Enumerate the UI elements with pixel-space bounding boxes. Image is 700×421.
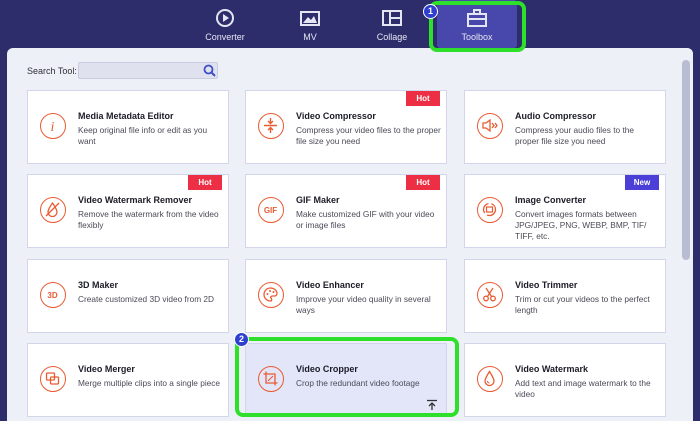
tool-description: Trim or cut your videos to the perfect l…	[515, 294, 650, 315]
new-badge: New	[625, 175, 659, 190]
tool-description: Compress your video files to the proper …	[296, 125, 441, 146]
tool-card-video-watermark-remover[interactable]: Video Watermark Remover Remove the waterm…	[27, 174, 229, 248]
hot-badge: Hot	[188, 175, 222, 190]
image-convert-icon	[477, 197, 503, 223]
tab-mv[interactable]: MV	[270, 0, 350, 48]
search-icon[interactable]	[203, 64, 216, 77]
tab-converter-label: Converter	[205, 32, 245, 42]
tool-title: 3D Maker	[78, 280, 119, 290]
tab-collage[interactable]: Collage	[352, 0, 432, 48]
tool-description: Merge multiple clips into a single piece	[78, 378, 221, 388]
converter-icon	[216, 9, 234, 27]
toolbox-highlight	[429, 1, 526, 52]
top-nav: Converter MV Collage Toolbox	[0, 0, 700, 48]
tool-description: Improve your video quality in several wa…	[296, 294, 431, 315]
scrollbar-thumb[interactable]	[682, 60, 690, 260]
tool-title: Video Watermark Remover	[78, 195, 193, 205]
tool-title: Video Enhancer	[296, 280, 364, 290]
droplet-icon	[477, 366, 503, 392]
tool-card-gif-maker[interactable]: GIF GIF Maker Make customized GIF with you…	[245, 174, 447, 248]
video-cropper-highlight	[235, 337, 459, 417]
info-icon: i	[40, 113, 66, 139]
tool-description: Add text and image watermark to the vide…	[515, 378, 651, 399]
merge-icon	[40, 366, 66, 392]
tool-description: Create customized 3D video from 2D	[78, 294, 215, 304]
tool-card-video-watermark[interactable]: Video Watermark Add text and image waterm…	[464, 343, 666, 417]
tool-card-video-compressor[interactable]: Video Compressor Compress your video file…	[245, 90, 447, 164]
hot-badge: Hot	[406, 91, 440, 106]
tab-converter[interactable]: Converter	[185, 0, 265, 48]
gif-icon: GIF	[258, 197, 284, 223]
tool-title: Video Trimmer	[515, 280, 578, 290]
tool-description: Keep original file info or edit as you w…	[78, 125, 208, 146]
tool-description: Convert images formats between JPG/JPEG,…	[515, 209, 647, 241]
tool-title: Video Watermark	[515, 364, 589, 374]
svg-text:3D: 3D	[47, 291, 57, 300]
search-input[interactable]	[78, 62, 218, 79]
hot-badge: Hot	[406, 175, 440, 190]
tool-title: Image Converter	[515, 195, 587, 205]
callout-badge-2: 2	[234, 332, 249, 347]
tool-title: GIF Maker	[296, 195, 340, 205]
tab-collage-label: Collage	[376, 32, 408, 42]
svg-text:i: i	[51, 120, 55, 134]
scrollbar[interactable]	[679, 48, 693, 421]
svg-text:GIF: GIF	[264, 206, 277, 215]
tool-description: Make customized GIF with your video or i…	[296, 209, 435, 230]
tool-title: Audio Compressor	[515, 111, 597, 121]
3d-icon: 3D	[40, 282, 66, 308]
tool-description: Compress your audio files to the proper …	[515, 125, 634, 146]
tool-card-image-converter[interactable]: Image Converter Convert images formats be…	[464, 174, 666, 248]
tool-description: Remove the watermark from the video flex…	[78, 209, 219, 230]
search-label: Search Tool:	[27, 66, 77, 76]
audio-compress-icon	[477, 113, 503, 139]
tool-title: Media Metadata Editor	[78, 111, 174, 121]
scissors-icon	[477, 282, 503, 308]
tool-card-3d-maker[interactable]: 3D 3D Maker Create customized 3D video fro…	[27, 259, 229, 333]
tool-card-media-metadata-editor[interactable]: i Media Metadata Editor Keep original file…	[27, 90, 229, 164]
compress-icon	[258, 113, 284, 139]
tool-title: Video Compressor	[296, 111, 376, 121]
palette-icon	[258, 282, 284, 308]
mv-icon	[300, 11, 320, 26]
collage-icon	[382, 10, 402, 26]
tool-card-video-trimmer[interactable]: Video Trimmer Trim or cut your videos to …	[464, 259, 666, 333]
tool-title: Video Merger	[78, 364, 135, 374]
tool-card-video-enhancer[interactable]: Video Enhancer Improve your video quality…	[245, 259, 447, 333]
tool-card-video-merger[interactable]: Video Merger Merge multiple clips into a …	[27, 343, 229, 417]
watermark-remove-icon	[40, 197, 66, 223]
tool-card-audio-compressor[interactable]: Audio Compressor Compress your audio file…	[464, 90, 666, 164]
callout-badge-1: 1	[423, 4, 438, 19]
tab-mv-label: MV	[303, 32, 317, 42]
